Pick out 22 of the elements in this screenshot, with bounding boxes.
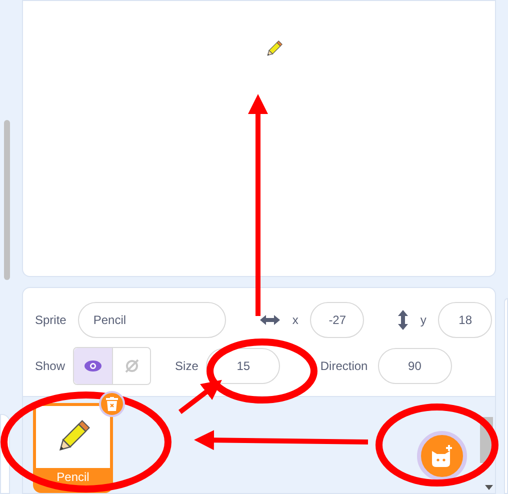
scrollbar-thumb[interactable] bbox=[4, 120, 10, 280]
pencil-sprite-icon bbox=[264, 39, 284, 59]
direction-field[interactable]: 90 bbox=[378, 348, 452, 384]
sprite-label: Sprite bbox=[35, 312, 66, 329]
x-field[interactable]: -27 bbox=[310, 302, 364, 338]
show-label: Show bbox=[35, 358, 66, 375]
y-label: y bbox=[420, 312, 426, 329]
scroll-down-icon[interactable] bbox=[485, 485, 493, 490]
delete-button[interactable] bbox=[99, 391, 125, 417]
y-field[interactable]: 18 bbox=[438, 302, 492, 338]
vertical-arrows-icon bbox=[398, 310, 408, 330]
hidden-eye-icon bbox=[124, 358, 140, 374]
x-label: x bbox=[292, 312, 298, 329]
sprite-name-field[interactable]: Pencil bbox=[78, 302, 226, 338]
cat-plus-icon bbox=[430, 445, 454, 467]
trash-icon bbox=[106, 397, 118, 411]
annotation-arrow bbox=[178, 380, 222, 414]
size-label: Size bbox=[175, 358, 198, 375]
eye-icon bbox=[84, 360, 102, 372]
horizontal-arrows-icon bbox=[260, 315, 280, 325]
show-button[interactable] bbox=[74, 348, 112, 384]
direction-label: Direction bbox=[320, 358, 368, 375]
